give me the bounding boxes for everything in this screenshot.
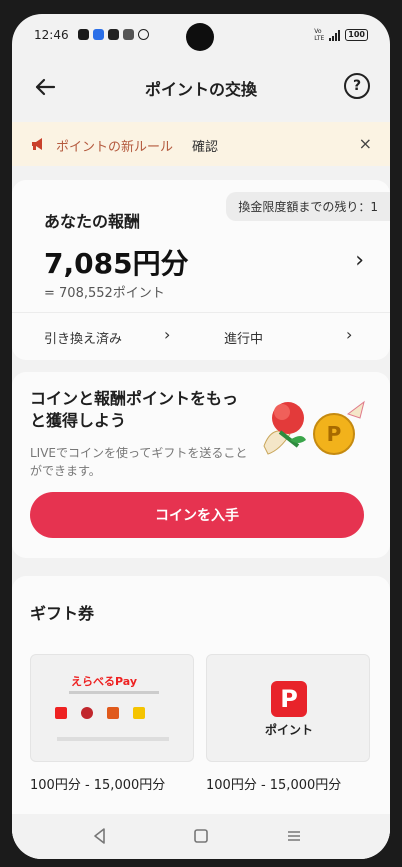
system-nav-bar bbox=[12, 814, 390, 859]
in-progress-label: 進行中 bbox=[224, 332, 264, 347]
nav-home-icon[interactable] bbox=[189, 824, 213, 848]
nav-back-icon[interactable] bbox=[88, 824, 112, 848]
megaphone-icon bbox=[32, 138, 42, 150]
reward-points: = 708,552ポイント bbox=[44, 286, 165, 301]
exchanged-label: 引き換え済み bbox=[44, 332, 123, 347]
app-icon bbox=[93, 29, 104, 40]
front-camera bbox=[186, 23, 214, 51]
status-bar: 12:46 Vo LTE 100 bbox=[12, 14, 390, 56]
status-right: Vo LTE 100 bbox=[314, 28, 368, 42]
banner-confirm-link[interactable]: 確認 bbox=[192, 136, 218, 155]
chevron-right-icon: › bbox=[346, 325, 353, 344]
reward-amount-row[interactable]: 7,085円分 › bbox=[44, 242, 364, 282]
erabeleru-pay-logo: えらべるPay bbox=[71, 675, 138, 688]
dpoint-mini-icon bbox=[81, 707, 93, 719]
paypay-mini-icon bbox=[55, 707, 67, 719]
card-price: 100円分 - 15,000円分 bbox=[30, 778, 166, 793]
fine-print-placeholder bbox=[57, 737, 169, 741]
screen: 12:46 Vo LTE 100 ポイントの交換 ? ポイントの新ルール 確認 … bbox=[12, 14, 390, 859]
reward-amount: 7,085円分 bbox=[44, 247, 189, 280]
close-icon[interactable]: × bbox=[359, 134, 372, 153]
promo-heading: コインと報酬ポイントをもっと獲得しよう bbox=[30, 389, 239, 430]
help-button[interactable]: ? bbox=[344, 73, 370, 99]
paypay-image: P ポイント bbox=[206, 654, 370, 762]
au-mini-icon bbox=[107, 707, 119, 719]
gift-section-title: ギフト券 bbox=[30, 604, 95, 623]
signal-icon bbox=[329, 29, 341, 41]
nav-menu-icon[interactable] bbox=[282, 824, 306, 848]
chat-icon bbox=[78, 29, 89, 40]
payment-logos bbox=[55, 707, 145, 719]
erabeleru-subtext-placeholder bbox=[69, 691, 159, 694]
promo-body: LIVEでコインを使ってギフトを送ることができます。 bbox=[30, 446, 248, 478]
phone-frame: 12:46 Vo LTE 100 ポイントの交換 ? ポイントの新ルール 確認 … bbox=[0, 0, 402, 867]
chevron-right-icon: › bbox=[164, 325, 171, 344]
plus-icon bbox=[108, 29, 119, 40]
coin-promo-card: コインと報酬ポイントをもっと獲得しよう LIVEでコインを使ってギフトを送ること… bbox=[12, 372, 390, 558]
banner-text: ポイントの新ルール bbox=[56, 140, 174, 155]
paypay-label: ポイント bbox=[264, 723, 313, 737]
status-time: 12:46 bbox=[34, 28, 69, 42]
erabeleru-pay-image: えらべるPay bbox=[30, 654, 194, 762]
battery-icon: 100 bbox=[345, 29, 368, 41]
paypay-logo-icon: P bbox=[271, 681, 307, 717]
calendar-icon bbox=[123, 29, 134, 40]
shield-icon bbox=[138, 29, 149, 40]
new-rules-banner[interactable]: ポイントの新ルール 確認 × bbox=[12, 122, 390, 166]
chevron-right-icon: › bbox=[355, 248, 364, 273]
gift-card-erabeleru[interactable]: えらべるPay 100円分 - 15,000円分 bbox=[30, 654, 194, 796]
svg-text:P: P bbox=[327, 422, 342, 446]
rewards-card: あなたの報酬 換金限度額までの残り：1 7,085円分 › = 708,552ポ… bbox=[12, 180, 390, 360]
giftcard-mini-icon bbox=[133, 707, 145, 719]
page-title: ポイントの交換 bbox=[144, 80, 257, 99]
card-price: 100円分 - 15,000円分 bbox=[206, 778, 342, 793]
limit-badge: 換金限度額までの残り：1 bbox=[226, 192, 390, 221]
network-label: Vo LTE bbox=[314, 28, 325, 42]
rose-coin-illustration: P bbox=[263, 400, 365, 455]
gift-card-paypay[interactable]: P ポイント 100円分 - 15,000円分 bbox=[206, 654, 370, 796]
get-coins-button[interactable]: コインを入手 bbox=[30, 492, 364, 538]
notification-icons bbox=[78, 29, 149, 40]
reward-links: 引き換え済み › 進行中 › bbox=[12, 312, 390, 360]
app-header: ポイントの交換 ? bbox=[12, 64, 390, 110]
rewards-label: あなたの報酬 bbox=[44, 212, 141, 231]
